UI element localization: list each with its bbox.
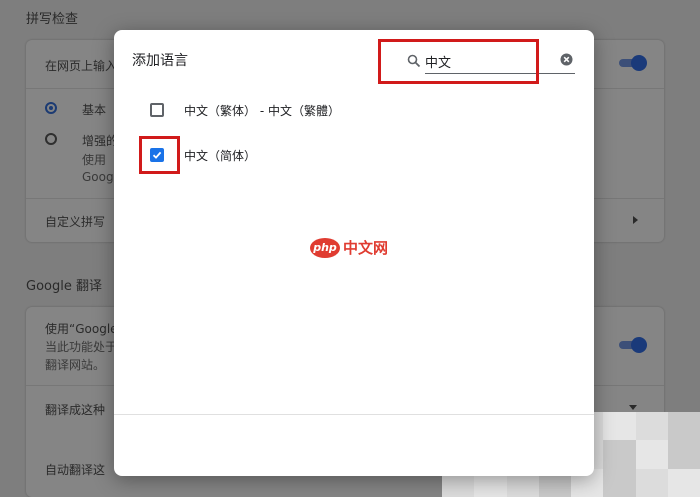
- watermark-logo: php: [310, 237, 340, 258]
- chevron-down-icon: [629, 405, 637, 410]
- language-label: 中文（繁体） - 中文（繁體）: [184, 103, 340, 118]
- language-label: 中文（简体）: [184, 148, 257, 163]
- chevron-right-icon: [633, 216, 638, 224]
- highlight-checkbox: [139, 136, 180, 174]
- highlight-search-box: [378, 39, 539, 84]
- watermark-text: 中文网: [343, 239, 389, 257]
- custom-spellcheck-row[interactable]: 自定义拼写: [45, 213, 105, 230]
- translate-section-title: Google 翻译: [26, 279, 102, 294]
- spellcheck-section-title: 拼写检查: [26, 12, 79, 27]
- clear-icon[interactable]: [560, 53, 573, 66]
- radio-enhanced-label: 增强的: [82, 134, 119, 148]
- radio-enhanced-desc-1: 使用: [82, 153, 107, 167]
- watermark: php 中文网: [310, 237, 388, 258]
- radio-basic-label: 基本: [82, 103, 107, 117]
- auto-translate-row[interactable]: 自动翻译这: [45, 461, 105, 478]
- add-language-dialog: 添加语言 中文（繁体） - 中文（繁體） 中文（简体） php 中文网: [114, 30, 594, 476]
- translate-desc-3: 翻译网站。: [45, 358, 106, 372]
- language-option[interactable]: 中文（繁体） - 中文（繁體）: [150, 100, 340, 120]
- radio-enhanced[interactable]: [45, 133, 57, 145]
- checkbox-unchecked[interactable]: [150, 103, 164, 117]
- radio-enhanced-desc-2: Goog: [82, 170, 114, 184]
- radio-basic[interactable]: [45, 102, 57, 114]
- spellcheck-toggle-label: 在网页上输入: [45, 59, 118, 73]
- dialog-title: 添加语言: [132, 53, 188, 69]
- translate-desc-2: 当此功能处于: [45, 340, 118, 354]
- translate-toggle[interactable]: [619, 337, 647, 353]
- spellcheck-toggle[interactable]: [619, 55, 647, 71]
- dialog-footer-divider: [114, 414, 594, 415]
- translate-target-language[interactable]: 翻译成这种: [45, 401, 105, 418]
- translate-desc-1: 使用“Google: [45, 322, 118, 336]
